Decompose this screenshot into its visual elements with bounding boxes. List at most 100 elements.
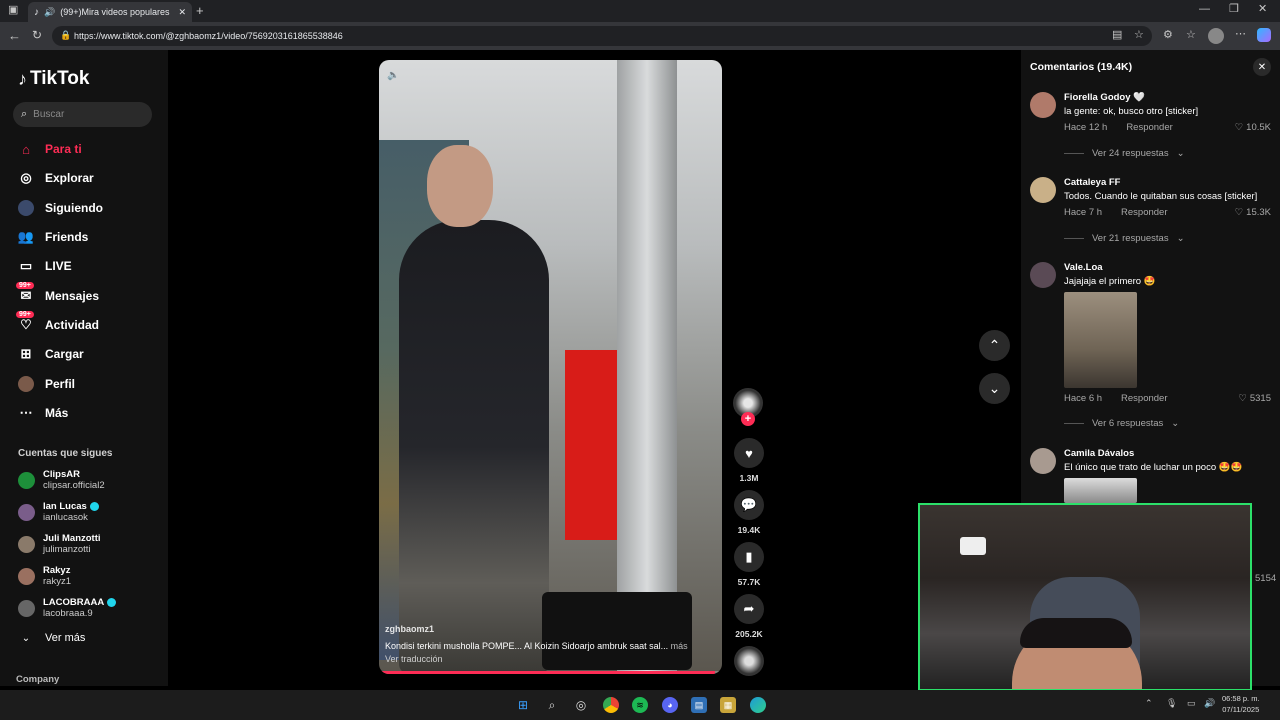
bookmark-icon[interactable]: ▮ <box>734 542 764 572</box>
profile-avatar-icon[interactable] <box>1208 28 1224 44</box>
nav-label: Explorar <box>45 171 94 185</box>
account-name: Ian Lucas <box>43 501 87 512</box>
url-field[interactable]: 🔒 https://www.tiktok.com/@zghbaomz1/vide… <box>52 26 1152 46</box>
comment-author[interactable]: Vale.Loa <box>1064 262 1103 273</box>
photos-icon[interactable]: ▦ <box>720 697 736 713</box>
nav-para-ti[interactable]: ⌂ Para ti <box>18 139 82 159</box>
comment-action[interactable]: 💬 19.4K <box>734 490 764 535</box>
chrome-icon[interactable] <box>603 697 619 713</box>
see-translation-link[interactable]: Ver traducción <box>385 654 443 664</box>
nav-siguiendo[interactable]: Siguiendo <box>18 198 103 218</box>
back-icon[interactable]: ← <box>8 29 21 42</box>
heart-icon[interactable]: ♥ <box>734 438 764 468</box>
close-comments-button[interactable]: ✕ <box>1253 58 1271 76</box>
task-view-icon[interactable]: ◎ <box>573 697 589 713</box>
previous-video-button[interactable]: ⌃ <box>979 330 1010 361</box>
music-disc-icon[interactable] <box>734 646 764 676</box>
video-basket <box>542 592 692 670</box>
comment-like-count: 10.5K <box>1246 122 1271 133</box>
company-link[interactable]: Company <box>16 674 59 685</box>
comment-icon[interactable]: 💬 <box>734 490 764 520</box>
see-more-button[interactable]: ⌄ Ver más <box>18 628 86 648</box>
video-more-link[interactable]: más <box>671 641 688 651</box>
avatar <box>18 503 35 521</box>
comment-like-button[interactable]: ♡ 10.5K <box>1235 122 1271 133</box>
following-account[interactable]: Ian Lucas ianlucasok <box>18 501 99 523</box>
comment-author[interactable]: Fiorella Godoy 🤍 <box>1064 92 1145 103</box>
avatar[interactable] <box>1030 262 1056 288</box>
nav-explorar[interactable]: ◎ Explorar <box>18 168 94 188</box>
nav-friends[interactable]: 👥 Friends <box>18 227 88 247</box>
like-action[interactable]: ♥ 1.3M <box>734 438 764 483</box>
new-tab-icon[interactable]: + <box>196 4 204 17</box>
collections-icon[interactable]: ☆ <box>1186 30 1196 41</box>
reply-button[interactable]: Responder <box>1126 122 1172 133</box>
nav-mensajes[interactable]: ✉ 99+ Mensajes <box>16 282 99 306</box>
search-input[interactable]: ⌕ Buscar <box>13 102 152 127</box>
tab-actions-icon[interactable]: ▣ <box>8 5 18 16</box>
network-icon[interactable]: ▭ <box>1187 699 1196 708</box>
video-player[interactable]: 🔈 zghbaomz1 Kondisi terkini musholla POM… <box>379 60 722 674</box>
minimize-icon[interactable]: — <box>1199 4 1210 15</box>
windows-start-icon[interactable]: ⊞ <box>515 697 531 713</box>
close-window-icon[interactable]: ✕ <box>1258 4 1267 15</box>
nav-actividad[interactable]: ♡ 99+ Actividad <box>16 311 99 335</box>
tray-chevron-up-icon[interactable]: ⌃ <box>1145 699 1153 708</box>
following-account[interactable]: ClipsAR clipsar.official2 <box>18 469 105 491</box>
nav-live[interactable]: ▭ LIVE <box>18 256 72 276</box>
follow-plus-button[interactable]: + <box>741 412 755 426</box>
nav-mas[interactable]: ⋯ Más <box>18 403 69 423</box>
avatar[interactable] <box>1030 177 1056 203</box>
reply-divider <box>1064 153 1084 154</box>
search-icon[interactable]: ⌕ <box>544 697 560 713</box>
copilot-icon[interactable] <box>1257 28 1271 42</box>
comment-author[interactable]: Camila Dávalos <box>1064 448 1134 459</box>
edge-icon[interactable] <box>750 697 766 713</box>
browser-tab[interactable]: ♪ 🔊 (99+)Mira videos populares ✕ <box>28 2 192 22</box>
view-replies-button[interactable]: Ver 24 respuestas ⌄ <box>1064 148 1185 159</box>
live-tv-icon: ▭ <box>19 258 33 273</box>
taskbar-clock[interactable]: 06:58 p. m. 07/11/2025 <box>1222 693 1260 715</box>
nav-cargar[interactable]: ⊞ Cargar <box>18 344 84 364</box>
lock-icon[interactable]: 🔒 <box>60 31 71 40</box>
following-account[interactable]: Rakyz rakyz1 <box>18 565 71 587</box>
reader-icon[interactable]: ▤ <box>1112 30 1122 41</box>
url-text: https://www.tiktok.com/@zghbaomz1/video/… <box>74 31 343 41</box>
comment-sticker-image[interactable] <box>1064 478 1137 503</box>
avatar[interactable] <box>1030 448 1056 474</box>
video-progress-bar[interactable] <box>379 671 722 674</box>
more-dots-icon: ⋯ <box>19 405 33 420</box>
next-video-button[interactable]: ⌄ <box>979 373 1010 404</box>
close-tab-icon[interactable]: ✕ <box>178 7 186 18</box>
save-action[interactable]: ▮ 57.7K <box>734 542 764 587</box>
reload-icon[interactable]: ↻ <box>32 29 42 41</box>
nav-perfil[interactable]: Perfil <box>18 374 75 394</box>
speaker-icon[interactable]: 🔊 <box>44 7 55 18</box>
comment-author[interactable]: Cattaleya FF <box>1064 177 1121 188</box>
following-account[interactable]: Juli Manzotti julimanzotti <box>18 533 101 555</box>
view-replies-button[interactable]: Ver 21 respuestas ⌄ <box>1064 233 1185 244</box>
extensions-icon[interactable]: ⚙ <box>1163 30 1173 41</box>
menu-dots-icon[interactable]: ⋯ <box>1235 29 1246 40</box>
maximize-icon[interactable]: ❐ <box>1229 4 1239 15</box>
avatar[interactable] <box>1030 92 1056 118</box>
mute-icon[interactable]: 🔈 <box>387 70 399 81</box>
video-username[interactable]: zghbaomz1 <box>385 624 434 634</box>
volume-icon[interactable]: 🔊 <box>1204 699 1215 708</box>
share-action[interactable]: ➦ 205.2K <box>734 594 764 639</box>
comment-like-button[interactable]: ♡ 5315 <box>1238 393 1271 404</box>
comment-count: 19.4K <box>737 525 761 535</box>
microphone-icon[interactable]: 🎙 <box>1166 699 1177 708</box>
share-icon[interactable]: ➦ <box>734 594 764 624</box>
reply-button[interactable]: Responder <box>1121 207 1167 218</box>
following-account[interactable]: LACOBRAAA lacobraaa.9 <box>18 597 117 619</box>
comment-like-button[interactable]: ♡ 15.3K <box>1235 207 1271 218</box>
tiktok-logo[interactable]: ♪ TikTok <box>18 68 89 90</box>
discord-icon[interactable]: ◕ <box>662 697 678 713</box>
spotify-icon[interactable]: ≋ <box>632 697 648 713</box>
favorite-star-icon[interactable]: ☆ <box>1134 30 1144 41</box>
reply-button[interactable]: Responder <box>1121 393 1167 404</box>
notepad-icon[interactable]: ▤ <box>691 697 707 713</box>
comment-sticker-image[interactable] <box>1064 292 1137 388</box>
view-replies-button[interactable]: Ver 6 respuestas ⌄ <box>1064 418 1179 429</box>
